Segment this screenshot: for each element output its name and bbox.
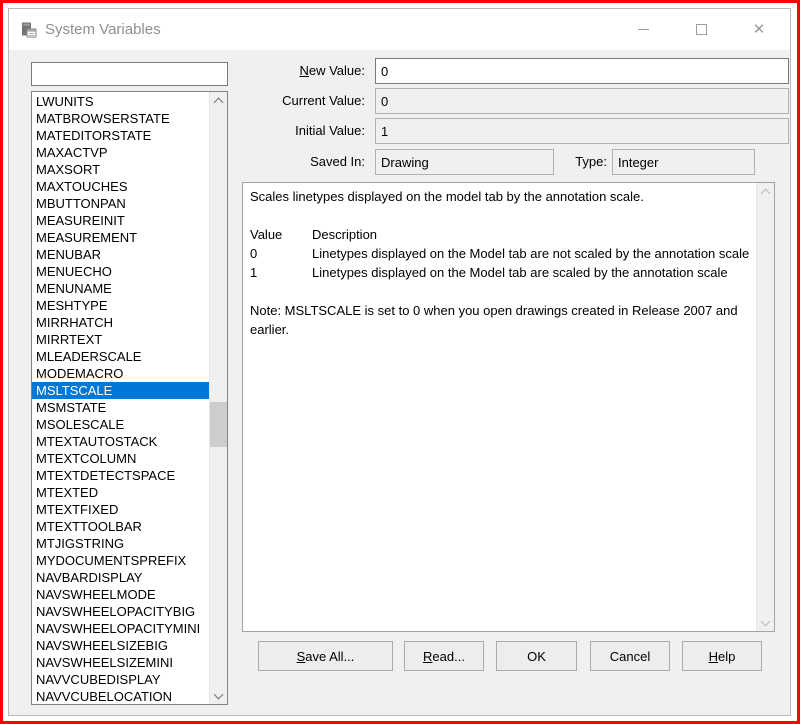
initial-value-field: [375, 118, 789, 144]
list-scrollbar-thumb[interactable]: [210, 402, 227, 447]
list-item[interactable]: MESHTYPE: [32, 297, 210, 314]
description-box: Scales linetypes displayed on the model …: [242, 182, 775, 632]
list-item[interactable]: MIRRTEXT: [32, 331, 210, 348]
new-value-input[interactable]: [375, 58, 789, 84]
description-summary: Scales linetypes displayed on the model …: [250, 189, 644, 204]
list-item[interactable]: MTEXTCOLUMN: [32, 450, 210, 467]
list-item[interactable]: MEASUREINIT: [32, 212, 210, 229]
type-label: Type:: [575, 154, 607, 169]
variable-listbox[interactable]: LWUNITS MATBROWSERSTATE MATEDITORSTATE MAXA…: [31, 91, 228, 705]
list-item[interactable]: MATBROWSERSTATE: [32, 110, 210, 127]
list-item[interactable]: MIRRHATCH: [32, 314, 210, 331]
current-value-field: [375, 88, 789, 114]
scroll-down-icon[interactable]: [210, 687, 227, 704]
read-button[interactable]: Read...: [404, 641, 484, 671]
close-button[interactable]: ✕: [730, 9, 788, 50]
description-note: Note: MSLTSCALE is set to 0 when you ope…: [250, 303, 738, 337]
type-field: [612, 149, 755, 175]
list-item[interactable]: MATEDITORSTATE: [32, 127, 210, 144]
list-item[interactable]: MTEXTAUTOSTACK: [32, 433, 210, 450]
cancel-button[interactable]: Cancel: [590, 641, 670, 671]
current-value-label: Current Value:: [282, 93, 365, 108]
value-table-header: Value Description: [250, 227, 378, 242]
list-item[interactable]: MBUTTONPAN: [32, 195, 210, 212]
value-table-row: 0 Linetypes displayed on the Model tab a…: [250, 246, 750, 261]
list-item[interactable]: MSMSTATE: [32, 399, 210, 416]
initial-value-label: Initial Value:: [295, 123, 365, 138]
list-item[interactable]: MENUBAR: [32, 246, 210, 263]
list-item[interactable]: MSLTSCALE: [32, 382, 210, 399]
description-scrollbar[interactable]: [756, 183, 774, 631]
minimize-icon: [637, 29, 649, 30]
list-item[interactable]: MTEXTED: [32, 484, 210, 501]
caption-buttons: ✕: [614, 9, 788, 50]
list-item[interactable]: MAXSORT: [32, 161, 210, 178]
variable-filter-input[interactable]: [31, 62, 228, 86]
list-item[interactable]: MSOLESCALE: [32, 416, 210, 433]
list-item[interactable]: NAVSWHEELOPACITYBIG: [32, 603, 210, 620]
list-item[interactable]: MLEADERSCALE: [32, 348, 210, 365]
list-item[interactable]: MTEXTFIXED: [32, 501, 210, 518]
list-item[interactable]: MTEXTTOOLBAR: [32, 518, 210, 535]
scroll-up-icon[interactable]: [210, 92, 227, 109]
red-annotation-frame: System Variables ✕ LWUNITS MATBROWSERSTAT…: [0, 0, 800, 724]
list-item[interactable]: MENUECHO: [32, 263, 210, 280]
help-button[interactable]: Help: [682, 641, 762, 671]
save-all-button[interactable]: Save All...: [258, 641, 393, 671]
saved-in-label: Saved In:: [310, 154, 365, 169]
new-value-label: New Value:: [299, 63, 365, 78]
value-table-row: 1 Linetypes displayed on the Model tab a…: [250, 265, 728, 280]
list-item[interactable]: NAVSWHEELMODE: [32, 586, 210, 603]
window-title: System Variables: [45, 21, 161, 38]
list-item[interactable]: LWUNITS: [32, 93, 210, 110]
list-item[interactable]: MAXTOUCHES: [32, 178, 210, 195]
description-text: Scales linetypes displayed on the model …: [243, 183, 757, 631]
list-item[interactable]: MTEXTDETECTSPACE: [32, 467, 210, 484]
list-item[interactable]: MENUNAME: [32, 280, 210, 297]
list-item[interactable]: MAXACTVP: [32, 144, 210, 161]
minimize-button[interactable]: [614, 9, 672, 50]
list-item[interactable]: MYDOCUMENTSPREFIX: [32, 552, 210, 569]
list-item[interactable]: MEASUREMENT: [32, 229, 210, 246]
list-item[interactable]: NAVSWHEELSIZEMINI: [32, 654, 210, 671]
saved-in-field: [375, 149, 554, 175]
list-item[interactable]: MTJIGSTRING: [32, 535, 210, 552]
app-icon: [20, 21, 38, 39]
close-icon: ✕: [752, 21, 766, 38]
list-item[interactable]: NAVVCUBELOCATION: [32, 688, 210, 704]
maximize-button[interactable]: [672, 9, 730, 50]
list-item[interactable]: NAVBARDISPLAY: [32, 569, 210, 586]
scroll-up-icon[interactable]: [757, 183, 774, 200]
ok-button[interactable]: OK: [496, 641, 577, 671]
titlebar: System Variables ✕: [9, 9, 790, 50]
list-item[interactable]: NAVSWHEELOPACITYMINI: [32, 620, 210, 637]
list-item[interactable]: NAVSWHEELSIZEBIG: [32, 637, 210, 654]
list-scrollbar[interactable]: [209, 92, 227, 704]
maximize-icon: [695, 24, 707, 35]
list-item[interactable]: NAVVCUBEDISPLAY: [32, 671, 210, 688]
system-variables-dialog: System Variables ✕ LWUNITS MATBROWSERSTAT…: [8, 8, 791, 716]
scroll-down-icon[interactable]: [757, 614, 774, 631]
list-item[interactable]: MODEMACRO: [32, 365, 210, 382]
